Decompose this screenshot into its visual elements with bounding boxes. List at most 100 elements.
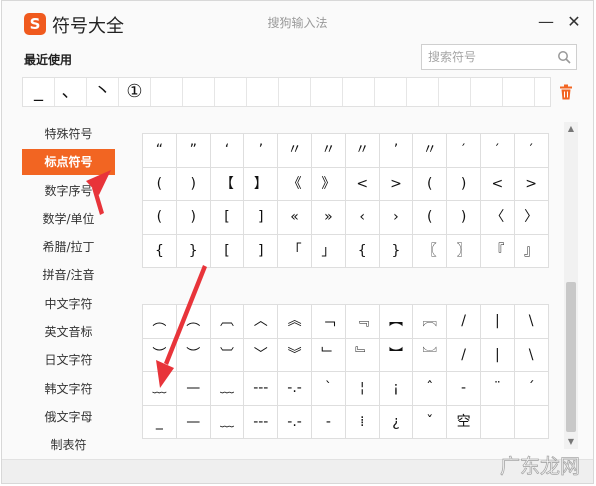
symbol-cell[interactable]: › — [379, 201, 414, 235]
symbol-cell[interactable]: ︾ — [278, 338, 312, 372]
symbol-cell[interactable]: ′ — [447, 134, 481, 168]
symbol-cell[interactable]: 〃 — [311, 134, 346, 168]
symbol-cell[interactable]: > — [379, 167, 414, 201]
symbol-cell[interactable]: ︽ — [278, 305, 312, 339]
symbol-cell[interactable]: ⁞ — [345, 405, 380, 439]
recent-symbol-cell[interactable] — [183, 78, 215, 106]
category-item[interactable]: 俄文字母 — [22, 404, 115, 430]
symbol-cell[interactable]: ] — [244, 201, 279, 235]
recent-symbol-cell[interactable] — [343, 78, 375, 106]
recent-symbol-cell[interactable]: _ — [23, 78, 55, 106]
symbol-cell[interactable]: > — [514, 167, 549, 201]
symbol-cell[interactable]: 〗 — [447, 234, 481, 268]
recent-symbol-cell[interactable] — [407, 78, 439, 106]
symbol-cell[interactable]: ︶ — [176, 338, 211, 372]
symbol-cell[interactable]: ) — [447, 167, 481, 201]
symbol-cell[interactable]: ‹ — [345, 201, 380, 235]
symbol-cell[interactable]: | — [480, 338, 515, 372]
symbol-cell[interactable]: } — [176, 234, 211, 268]
symbol-cell[interactable]: ︿ — [244, 305, 279, 339]
recent-symbol-cell[interactable] — [439, 78, 471, 106]
symbol-cell[interactable]: 〃 — [345, 134, 380, 168]
symbol-cell[interactable]: « — [278, 201, 312, 235]
category-item[interactable]: 数学/单位 — [22, 206, 115, 232]
symbol-cell[interactable]: [ — [210, 201, 245, 235]
symbol-cell[interactable]: ` — [311, 372, 346, 406]
category-item[interactable]: 制表符 — [22, 432, 115, 458]
symbol-cell[interactable]: ︵ — [176, 305, 211, 339]
symbol-cell[interactable]: ’ — [379, 134, 414, 168]
symbol-cell[interactable]: ¿ — [379, 405, 414, 439]
symbol-cell[interactable]: ︺ — [210, 338, 245, 372]
symbol-cell[interactable]: 【 — [210, 167, 245, 201]
category-item[interactable]: 希腊/拉丁 — [22, 234, 115, 260]
symbol-cell[interactable]: 《 — [278, 167, 312, 201]
symbol-cell[interactable]: < — [480, 167, 515, 201]
symbol-cell[interactable]: ( — [143, 167, 177, 201]
symbol-cell[interactable]: ( — [413, 167, 448, 201]
symbol-cell[interactable]: 『 — [480, 234, 515, 268]
symbol-cell[interactable]: ︶ — [143, 338, 177, 372]
symbol-cell[interactable]: ︘ — [413, 338, 448, 372]
symbol-cell[interactable]: ) — [447, 201, 481, 235]
symbol-cell[interactable]: ] — [244, 234, 279, 268]
symbol-cell[interactable]: { — [143, 234, 177, 268]
symbol-cell[interactable]: ( — [413, 201, 448, 235]
recent-symbol-cell[interactable] — [503, 78, 535, 106]
symbol-cell[interactable]: ´ — [514, 372, 549, 406]
category-item[interactable]: 英文音标 — [22, 319, 115, 345]
search-input[interactable] — [428, 47, 548, 67]
category-item[interactable]: 标点符号 — [22, 149, 115, 176]
symbol-cell[interactable]: ¦ — [345, 372, 380, 406]
recent-symbol-cell[interactable]: 丶 — [87, 78, 119, 106]
recent-symbol-cell[interactable] — [311, 78, 343, 106]
symbol-cell[interactable]: 》 — [311, 167, 346, 201]
trash-icon[interactable] — [559, 84, 573, 100]
category-item[interactable]: 中文字符 — [22, 291, 115, 317]
symbol-cell[interactable]: 』 — [514, 234, 549, 268]
symbol-cell[interactable]: ) — [176, 201, 211, 235]
symbol-cell[interactable]: / — [447, 305, 481, 339]
symbol-cell[interactable]: | — [480, 305, 515, 339]
symbol-cell[interactable]: --- — [244, 372, 279, 406]
symbol-cell[interactable]: ﹁ — [311, 305, 346, 339]
symbol-cell[interactable]: ( — [143, 201, 177, 235]
symbol-cell[interactable]: » — [311, 201, 346, 235]
symbol-cell[interactable]: \ — [514, 338, 549, 372]
symbol-cell[interactable]: ﹃ — [345, 305, 380, 339]
symbol-cell[interactable]: 空 — [447, 405, 481, 439]
symbol-cell[interactable]: 〃 — [413, 134, 448, 168]
symbol-cell[interactable]: ︼ — [379, 338, 414, 372]
symbol-cell[interactable] — [514, 405, 549, 439]
category-item[interactable]: 韩文字符 — [22, 376, 115, 402]
symbol-cell[interactable]: 」 — [311, 234, 346, 268]
scrollbar-thumb[interactable] — [566, 282, 576, 432]
vertical-scrollbar[interactable]: ▲ ▼ — [564, 122, 578, 449]
category-item[interactable]: 数字序号 — [22, 178, 115, 204]
recent-symbol-cell[interactable] — [215, 78, 247, 106]
recent-symbol-cell[interactable] — [151, 78, 183, 106]
search-box[interactable] — [421, 44, 577, 70]
symbol-cell[interactable]: ˆ — [413, 372, 448, 406]
symbol-cell[interactable]: 〉 — [514, 201, 549, 235]
symbol-cell[interactable]: ﹏ — [210, 405, 245, 439]
symbol-cell[interactable]: ) — [176, 167, 211, 201]
recent-symbol-cell[interactable] — [247, 78, 279, 106]
symbol-cell[interactable]: [ — [210, 234, 245, 268]
symbol-cell[interactable]: ¡ — [379, 372, 414, 406]
symbol-cell[interactable]: - — [447, 372, 481, 406]
symbol-cell[interactable]: ﹀ — [244, 338, 279, 372]
symbol-cell[interactable]: ﹄ — [345, 338, 380, 372]
symbol-cell[interactable]: _ — [143, 405, 177, 439]
symbol-cell[interactable]: ﹏ — [143, 372, 177, 406]
symbol-cell[interactable]: “ — [143, 134, 177, 168]
symbol-cell[interactable]: — — [176, 405, 211, 439]
search-icon[interactable] — [557, 50, 571, 64]
category-item[interactable]: 日文字符 — [22, 347, 115, 373]
symbol-cell[interactable]: ′ — [514, 134, 549, 168]
symbol-cell[interactable]: ︗ — [413, 305, 448, 339]
symbol-cell[interactable]: < — [345, 167, 380, 201]
symbol-cell[interactable]: 】 — [244, 167, 279, 201]
recent-symbol-cell[interactable] — [279, 78, 311, 106]
symbol-cell[interactable]: ﹂ — [311, 338, 346, 372]
